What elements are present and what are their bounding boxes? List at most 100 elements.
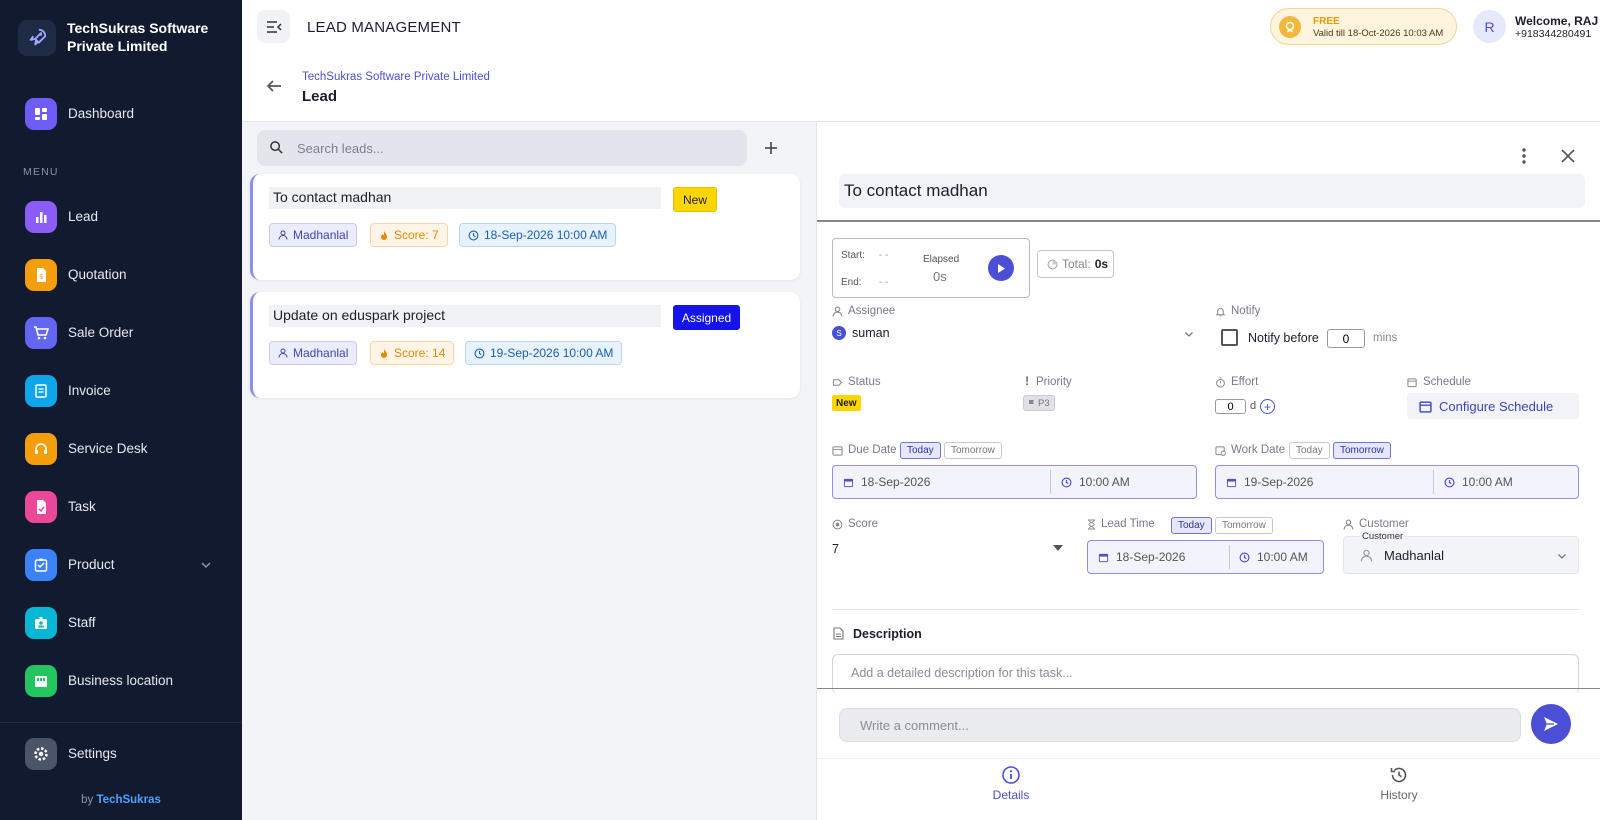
due-date-label-text: Due Date (848, 444, 897, 456)
chevron-down-icon[interactable] (1183, 328, 1195, 340)
lead-time-value: 10:00 AM (1257, 550, 1308, 564)
back-arrow-icon[interactable] (264, 76, 286, 98)
work-date-input-group: 19-Sep-2026 10:00 AM (1215, 465, 1579, 499)
sidebar-item-dashboard[interactable]: Dashboard (0, 92, 242, 136)
total-value: 0s (1094, 257, 1109, 271)
assignee-select[interactable]: suman (852, 326, 890, 340)
work-time-field[interactable]: 10:00 AM (1444, 466, 1513, 498)
sidebar-item-staff[interactable]: Staff (0, 601, 242, 645)
assignee-chip: Madhanlal (269, 341, 358, 365)
page-title: Lead (302, 88, 338, 105)
send-icon (1544, 717, 1558, 731)
search-input[interactable] (297, 130, 737, 166)
stopwatch-icon (1216, 376, 1225, 388)
sidebar-item-task[interactable]: Task (0, 485, 242, 529)
status-label: Status (832, 376, 881, 388)
priority-label-text: Priority (1036, 376, 1072, 388)
work-time-value: 10:00 AM (1462, 475, 1513, 489)
sidebar-item-product[interactable]: Product (0, 543, 242, 587)
tag-icon (832, 378, 843, 386)
schedule-label: Schedule (1407, 376, 1471, 388)
sidebar-item-settings[interactable]: Settings (0, 732, 242, 776)
plan-badge[interactable]: FREE Valid till 18-Oct-2026 10:03 AM (1270, 8, 1457, 45)
sidebar-item-invoice[interactable]: Invoice (0, 369, 242, 413)
calendar-clock-icon (1215, 445, 1226, 456)
chevron-down-icon (200, 559, 212, 571)
award-icon (1279, 16, 1301, 38)
due-today-button[interactable]: Today (900, 442, 941, 459)
user-avatar[interactable]: R (1473, 10, 1506, 43)
description-input[interactable] (851, 663, 1551, 683)
sidebar-divider (0, 722, 242, 723)
user-icon (832, 306, 843, 317)
lead-time-label: Lead Time (1087, 518, 1155, 530)
effort-input[interactable] (1215, 399, 1246, 414)
assignee-name: Madhanlal (293, 228, 349, 242)
add-lead-button[interactable] (757, 134, 785, 162)
tab-history-label: History (1380, 788, 1418, 802)
menu-collapse-button[interactable] (257, 10, 290, 43)
work-tomorrow-button[interactable]: Tomorrow (1333, 442, 1391, 459)
comment-input[interactable] (860, 709, 1510, 741)
configure-schedule-button[interactable]: Configure Schedule (1407, 393, 1579, 419)
score-select[interactable]: 7 (832, 542, 839, 556)
schedule-label-text: Schedule (1423, 376, 1471, 388)
top-bar: LEAD MANAGEMENT FREE Valid till 18-Oct-2… (242, 0, 1600, 54)
priority-label: ! Priority (1023, 376, 1072, 388)
tab-details[interactable]: Details (911, 765, 1111, 815)
hourglass-icon (1087, 519, 1096, 529)
sidebar-item-quotation[interactable]: $ Quotation (0, 253, 242, 297)
more-vertical-icon[interactable] (1514, 146, 1534, 166)
send-button[interactable] (1531, 704, 1571, 744)
sidebar-item-service-desk[interactable]: Service Desk (0, 427, 242, 471)
due-date-field[interactable]: 18-Sep-2026 (843, 466, 930, 498)
sidebar-item-sale-order[interactable]: Sale Order (0, 311, 242, 355)
notify-checkbox[interactable] (1221, 329, 1238, 346)
priority-badge[interactable]: P3 (1023, 395, 1055, 411)
close-icon[interactable] (1558, 146, 1578, 166)
sidebar-item-business-location[interactable]: Business location (0, 659, 242, 703)
plus-icon (765, 142, 777, 154)
history-icon (1390, 767, 1407, 783)
breadcrumb-company[interactable]: TechSukras Software Private Limited (302, 71, 490, 83)
due-tomorrow-button[interactable]: Tomorrow (944, 442, 1002, 459)
section-divider (832, 609, 1579, 610)
sidebar-item-label: Business location (68, 673, 174, 688)
clock-icon (1239, 552, 1250, 562)
lead-date-field[interactable]: 18-Sep-2026 (1098, 541, 1185, 573)
sidebar-item-label: Lead (68, 209, 99, 224)
lead-tomorrow-button[interactable]: Tomorrow (1215, 517, 1273, 534)
score-label-text: Score (848, 518, 879, 530)
powered-by-name[interactable]: TechSukras (97, 794, 161, 806)
tab-history[interactable]: History (1299, 765, 1499, 815)
quotation-icon: $ (25, 259, 57, 291)
play-button[interactable] (988, 255, 1014, 281)
caret-down-icon[interactable] (1053, 545, 1063, 551)
due-time-field[interactable]: 10:00 AM (1061, 466, 1130, 498)
sidebar-item-label: Product (68, 557, 115, 572)
work-today-button[interactable]: Today (1289, 442, 1330, 459)
page-heading: LEAD MANAGEMENT (307, 19, 461, 36)
menu-collapse-icon (266, 20, 282, 33)
sidebar-item-lead[interactable]: Lead (0, 195, 242, 239)
work-date-field[interactable]: 19-Sep-2026 (1226, 466, 1313, 498)
lead-title-input[interactable]: To contact madhan (839, 174, 1585, 208)
exclamation-icon: ! (1025, 376, 1029, 388)
task-icon (25, 491, 57, 523)
lead-date: 18-Sep-2026 10:00 AM (484, 228, 608, 242)
sidebar-item-label: Task (68, 499, 96, 514)
flame-icon (381, 348, 387, 358)
detail-tabs: Details History (817, 758, 1600, 820)
due-date-label: Due Date (832, 444, 897, 456)
lead-card[interactable]: To contact madhan New Madhanlal Score: 7… (250, 174, 800, 280)
lead-time-field[interactable]: 10:00 AM (1239, 541, 1308, 573)
calendar-icon (1226, 478, 1237, 487)
effort-add-button[interactable]: + (1260, 399, 1275, 414)
description-label: Description (853, 627, 922, 641)
status-badge[interactable]: New (832, 395, 861, 411)
lead-today-button[interactable]: Today (1171, 517, 1212, 534)
customer-select[interactable]: Customer Madhanlal (1343, 531, 1579, 574)
lead-card[interactable]: Update on eduspark project Assigned Madh… (250, 292, 800, 398)
product-icon (25, 549, 57, 581)
notify-minutes-input[interactable] (1327, 329, 1365, 348)
